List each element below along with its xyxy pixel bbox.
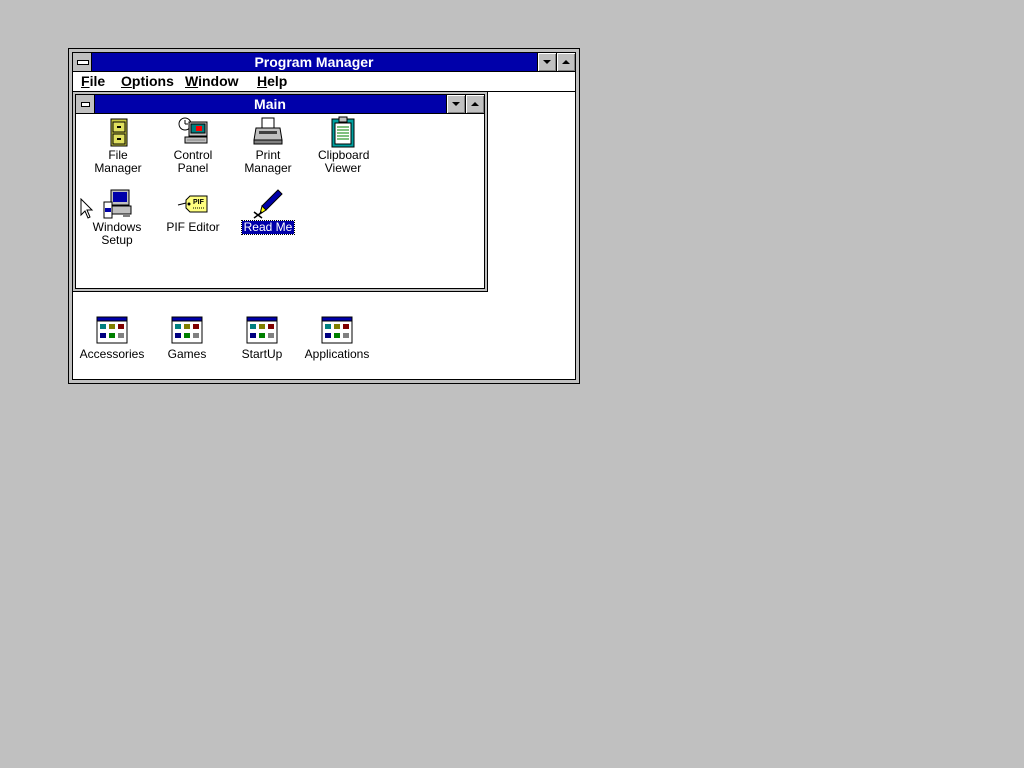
program-group-icon: [321, 316, 353, 344]
title-bar[interactable]: Main: [76, 95, 484, 114]
up-arrow-icon: [562, 60, 570, 64]
program-label: Windows Setup: [92, 220, 142, 247]
program-label: Clipboard Viewer: [318, 148, 370, 175]
group-accessories[interactable]: Accessories: [75, 315, 149, 361]
program-label: Control Panel: [173, 148, 213, 175]
program-label: Print Manager: [244, 148, 292, 175]
computer-setup-icon: [103, 189, 132, 219]
window-frame: Main File Manager Control Panel Print Ma…: [75, 94, 485, 289]
group-label: Games: [167, 347, 207, 361]
menu-bar: File Options Window Help: [73, 72, 575, 92]
menu-window[interactable]: Window: [185, 73, 239, 90]
program-label: PIF Editor: [166, 220, 220, 234]
group-applications[interactable]: Applications: [300, 315, 374, 361]
program-clipboard-viewer[interactable]: Clipboard Viewer: [306, 116, 380, 175]
program-label: File Manager: [94, 148, 142, 175]
title-bar[interactable]: Program Manager: [73, 53, 575, 72]
svg-text:PIF: PIF: [193, 199, 205, 206]
file-cabinet-icon: [110, 118, 128, 147]
system-menu-button[interactable]: [76, 95, 95, 113]
window-title: Program Manager: [254, 54, 374, 70]
down-arrow-icon: [452, 102, 460, 106]
main-group-workspace: File Manager Control Panel Print Manager…: [76, 114, 484, 288]
program-control-panel[interactable]: Control Panel: [156, 116, 230, 175]
control-panel-icon: [178, 117, 208, 144]
printer-icon: [253, 117, 283, 145]
system-menu-icon: [77, 60, 89, 65]
clipboard-icon: [331, 116, 355, 148]
group-label: Accessories: [79, 347, 145, 361]
down-arrow-icon: [543, 60, 551, 64]
window-title: Main: [254, 96, 286, 112]
group-label: StartUp: [241, 347, 283, 361]
maximize-button[interactable]: [556, 53, 575, 71]
minimize-button[interactable]: [446, 95, 465, 113]
program-label: Read Me: [240, 220, 296, 235]
program-read-me[interactable]: Read Me: [231, 188, 305, 235]
pen-write-icon: [253, 189, 283, 219]
menu-help[interactable]: Help: [257, 73, 287, 90]
minimize-button[interactable]: [537, 53, 556, 71]
program-pif-editor[interactable]: PIF PIF Editor: [156, 188, 230, 234]
group-label: Applications: [304, 347, 370, 361]
menu-file[interactable]: File: [81, 73, 105, 90]
program-group-icon: [171, 316, 203, 344]
program-print-manager[interactable]: Print Manager: [231, 116, 305, 175]
maximize-button[interactable]: [465, 95, 484, 113]
mouse-pointer-icon: [80, 198, 94, 219]
program-file-manager[interactable]: File Manager: [81, 116, 155, 175]
system-menu-button[interactable]: [73, 53, 92, 71]
program-group-icon: [246, 316, 278, 344]
main-group-window[interactable]: Main File Manager Control Panel Print Ma…: [72, 91, 488, 292]
menu-options[interactable]: Options: [121, 73, 174, 90]
up-arrow-icon: [471, 102, 479, 106]
system-menu-icon: [81, 102, 90, 107]
pif-tag-icon: PIF: [177, 195, 208, 213]
program-group-icon: [96, 316, 128, 344]
group-games[interactable]: Games: [150, 315, 224, 361]
group-startup[interactable]: StartUp: [225, 315, 299, 361]
